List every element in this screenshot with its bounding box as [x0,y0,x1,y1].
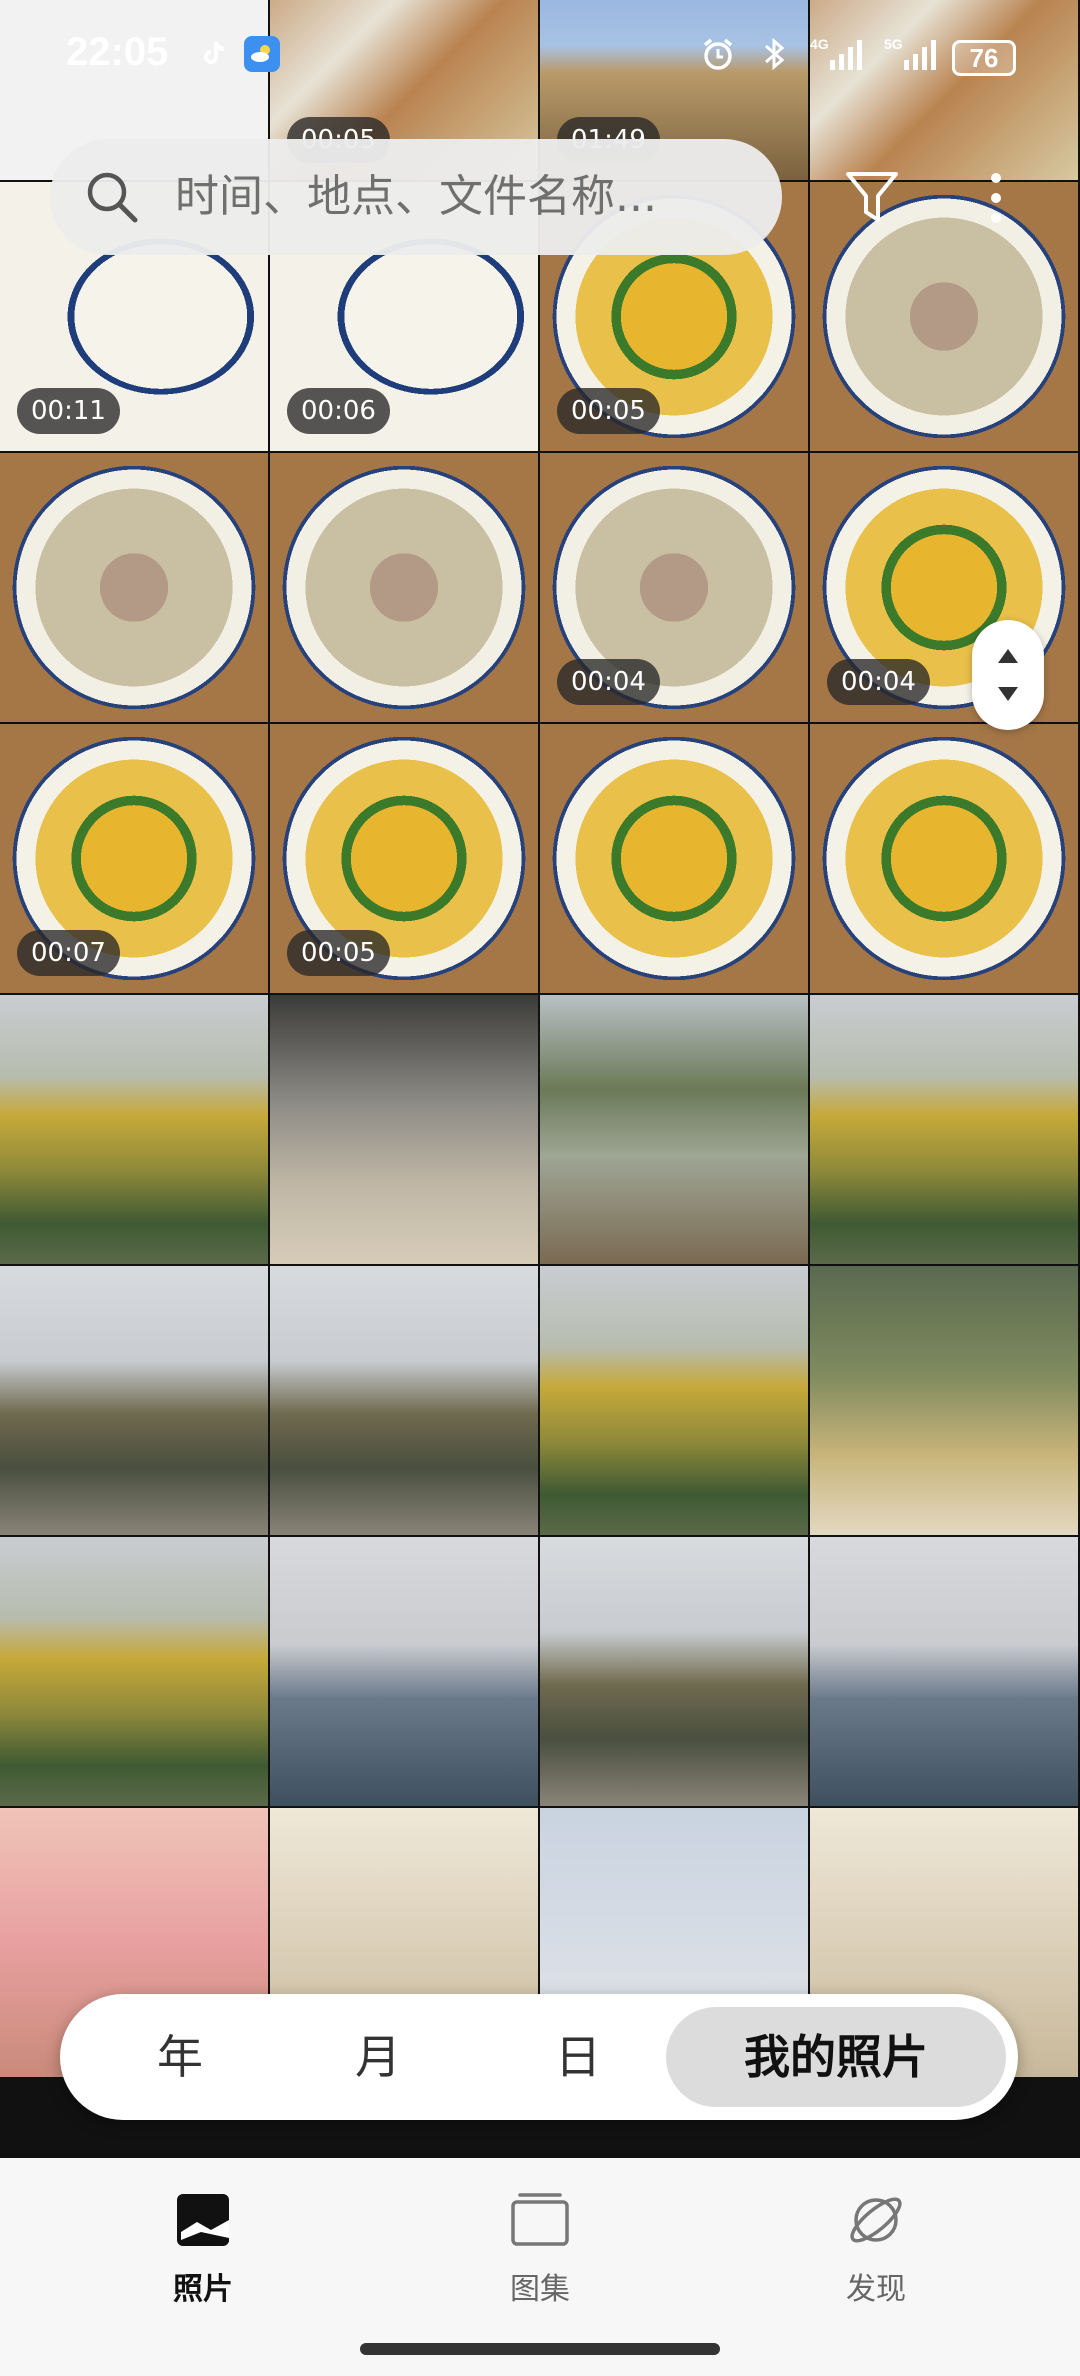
video-duration-badge: 00:04 [827,659,930,705]
photo-image [810,724,1078,993]
more-options-icon[interactable] [978,168,1014,228]
photo-thumbnail[interactable] [270,1266,538,1535]
photo-image [0,1537,268,1806]
battery-indicator: 76 [952,40,1016,76]
segment-year[interactable]: 年 [110,1994,250,2120]
nav-albums[interactable]: 图集 [440,2188,640,2308]
photo-image [540,1266,808,1535]
filter-icon[interactable] [844,168,900,228]
photo-image [540,724,808,993]
photo-image [270,995,538,1264]
search-icon [87,172,138,223]
nav-albums-label: 图集 [510,2272,570,2307]
bluetooth-icon [756,36,792,72]
photo-thumbnail[interactable] [540,724,808,993]
photo-thumbnail[interactable] [540,1537,808,1806]
photo-thumbnail[interactable] [0,1537,268,1806]
photo-thumbnail[interactable]: 00:05 [270,724,538,993]
photo-image [0,453,268,722]
photo-thumbnail[interactable] [270,1537,538,1806]
photo-image [0,1266,268,1535]
time-scale-segmented-control: 年 月 日 我的照片 [60,1994,1018,2120]
photo-thumbnail[interactable] [540,1266,808,1535]
photo-thumbnail[interactable] [0,995,268,1264]
nav-photos[interactable]: 照片 [103,2188,303,2308]
photo-image [270,453,538,722]
video-duration-badge: 00:11 [17,388,120,434]
video-duration-badge: 00:07 [17,930,120,976]
photo-image [810,1266,1078,1535]
photo-thumbnail[interactable] [270,995,538,1264]
nav-photos-label: 照片 [173,2272,233,2307]
video-duration-badge: 00:06 [287,388,390,434]
signal-4g-icon: 4G [810,36,866,72]
search-bar[interactable]: 时间、地点、文件名称... [50,139,782,255]
albums-icon [511,2193,569,2246]
photo-image [540,995,808,1264]
photo-image [0,995,268,1264]
photo-thumbnail[interactable] [810,1537,1078,1806]
photo-thumbnail[interactable]: 00:07 [0,724,268,993]
status-time: 22:05 [66,30,169,74]
status-bar: 22:05 4G 5G 76 [0,0,1080,110]
alarm-icon [700,36,736,72]
video-duration-badge: 00:05 [557,388,660,434]
signal-5g-icon: 5G [884,36,940,72]
photo-thumbnail[interactable] [810,724,1078,993]
home-indicator[interactable] [360,2343,720,2355]
tiktok-icon [196,36,232,72]
photo-thumbnail[interactable] [810,1266,1078,1535]
photo-thumbnail[interactable] [810,995,1078,1264]
segment-my-photos[interactable]: 我的照片 [666,2007,1006,2107]
photo-image [810,995,1078,1264]
photo-thumbnail[interactable] [270,453,538,722]
photo-image [270,1537,538,1806]
photo-thumbnail[interactable] [0,1266,268,1535]
nav-discover[interactable]: 发现 [776,2188,976,2308]
fast-scroll-handle[interactable] [972,620,1044,730]
up-down-arrows-icon [998,649,1018,701]
nav-discover-label: 发现 [846,2272,906,2307]
photo-image [270,1266,538,1535]
segment-month[interactable]: 月 [308,1994,448,2120]
photos-icon [177,2194,229,2246]
photo-thumbnail[interactable] [0,453,268,722]
photo-image [810,1537,1078,1806]
video-duration-badge: 00:04 [557,659,660,705]
photo-image [540,1537,808,1806]
segment-day[interactable]: 日 [508,1994,648,2120]
weather-app-icon [244,36,280,72]
svg-text:5G: 5G [884,36,903,52]
video-duration-badge: 00:05 [287,930,390,976]
discover-planet-icon [850,2197,902,2243]
search-placeholder: 时间、地点、文件名称... [175,171,657,222]
photo-thumbnail[interactable]: 00:04 [540,453,808,722]
photo-thumbnail[interactable] [540,995,808,1264]
svg-text:4G: 4G [810,36,829,52]
